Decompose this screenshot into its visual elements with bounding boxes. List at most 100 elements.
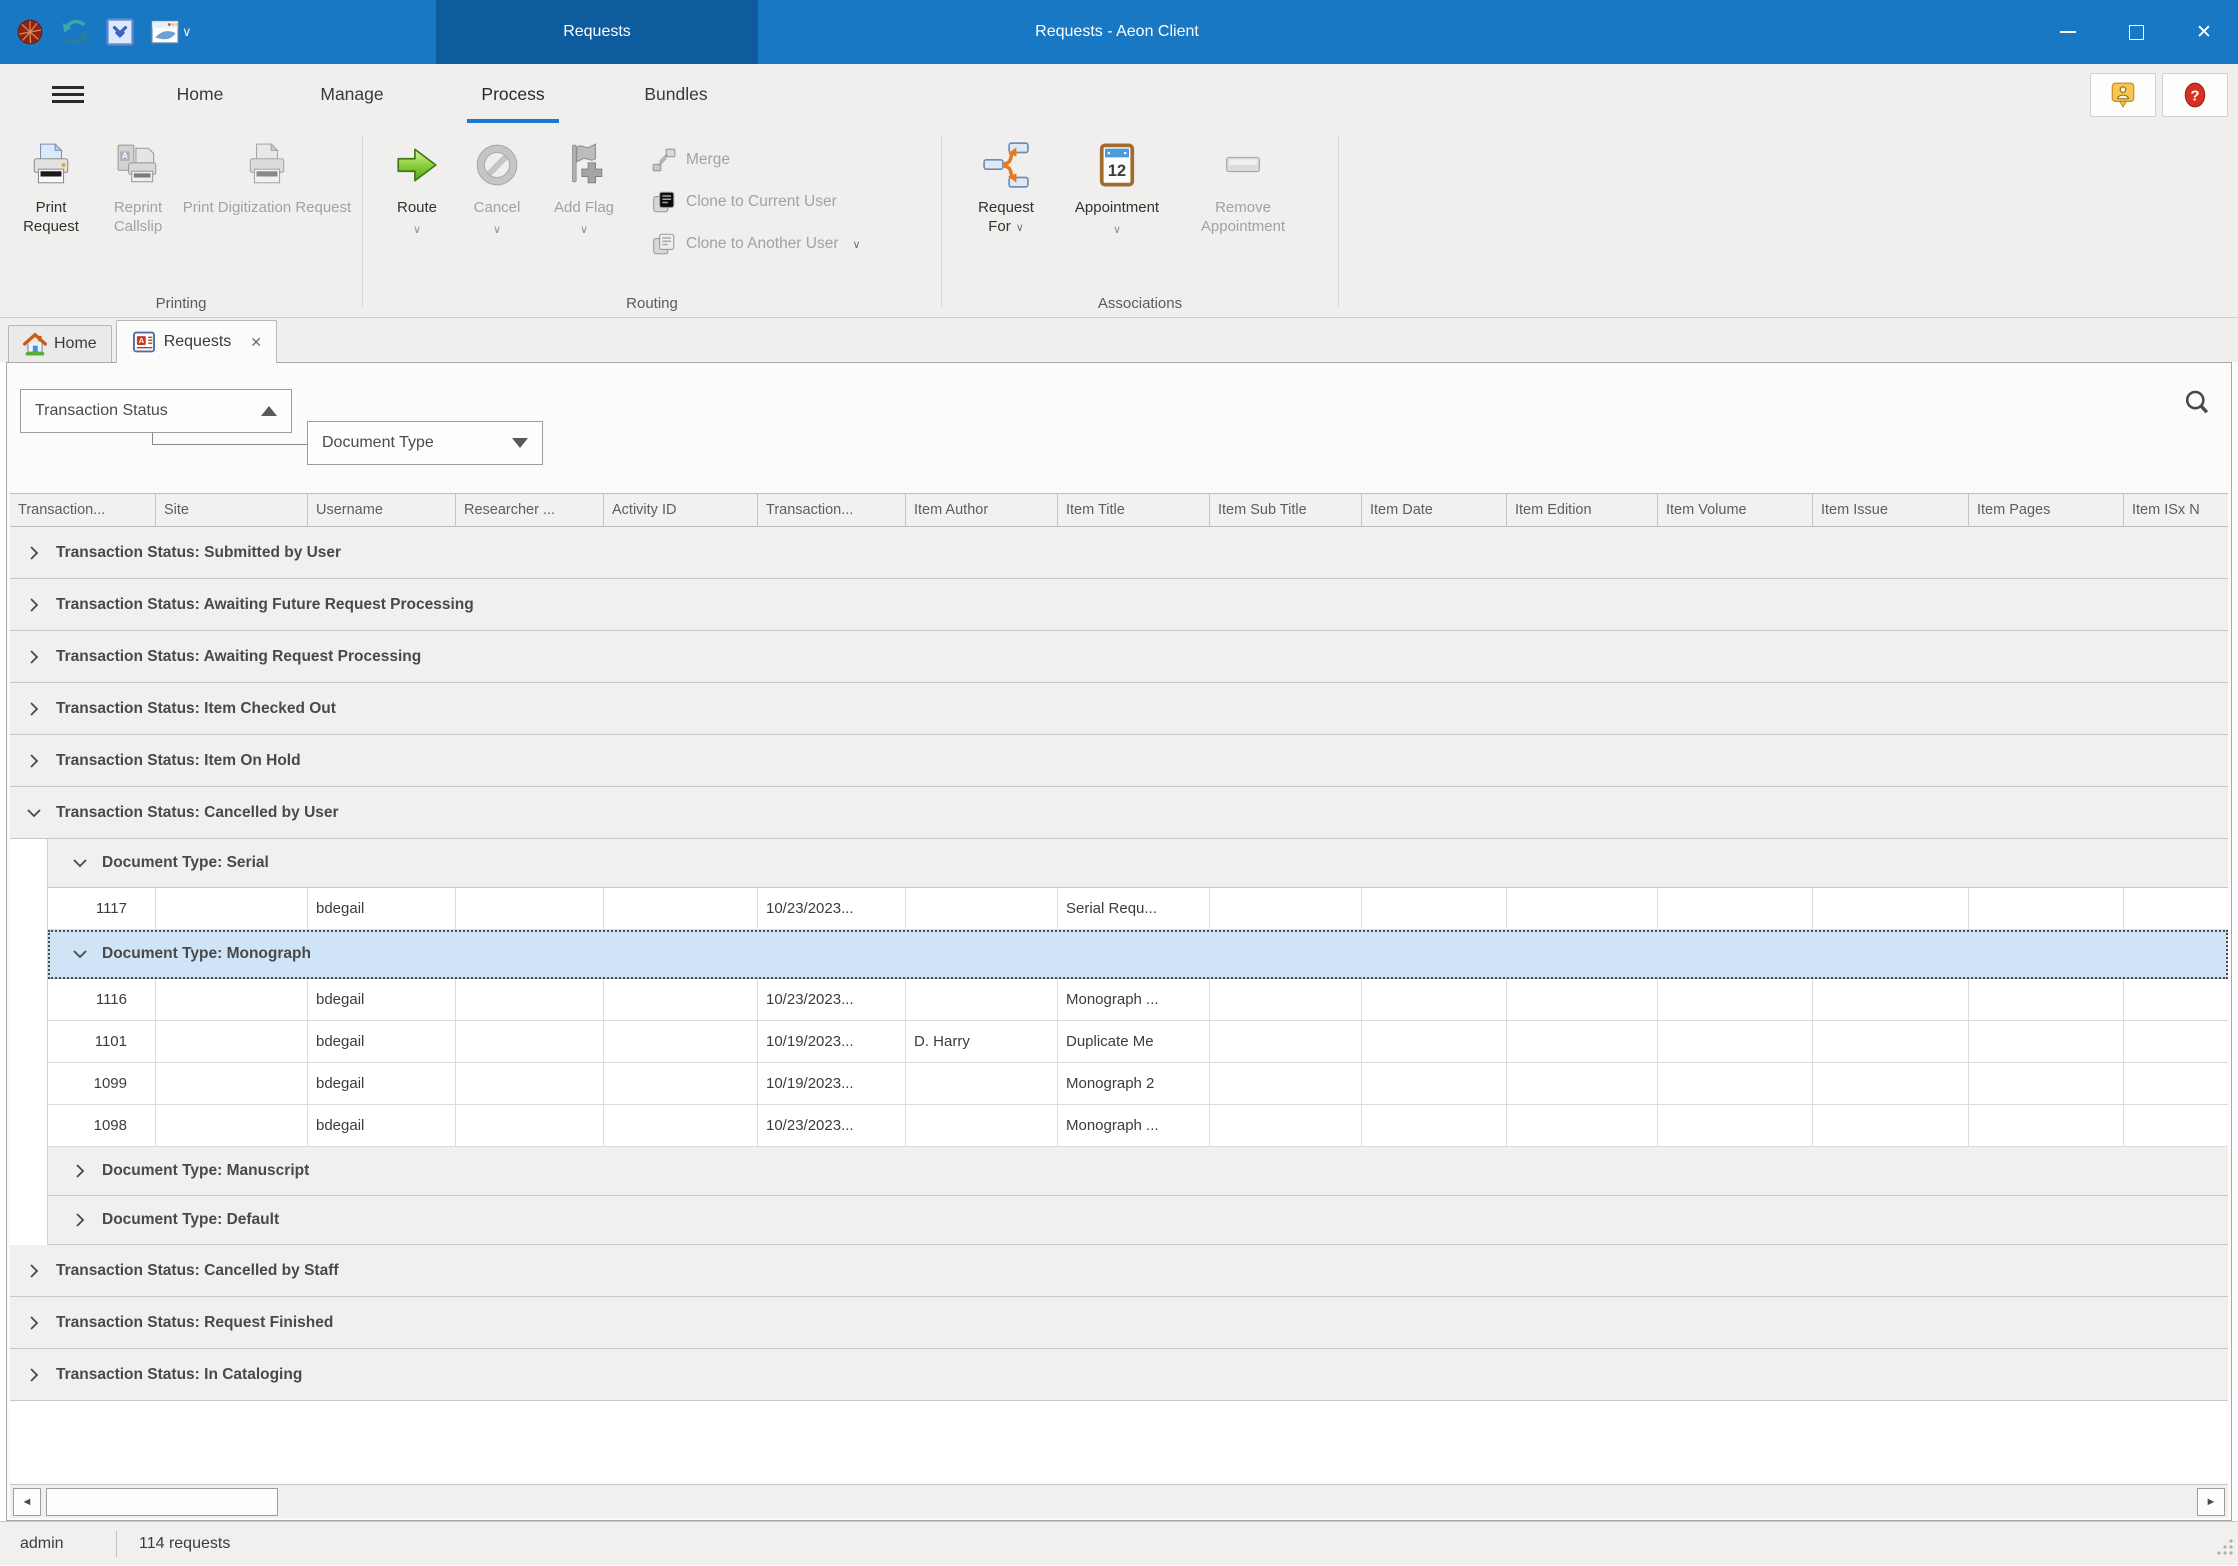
ribbon-tab-bundles[interactable]: Bundles [616, 64, 736, 125]
print-request-button[interactable]: Print Request [8, 131, 94, 236]
column-header-item_author[interactable]: Item Author [906, 494, 1058, 526]
column-header-researcher[interactable]: Researcher ... [456, 494, 604, 526]
horizontal-scrollbar[interactable] [10, 1484, 2228, 1518]
column-header-item_date[interactable]: Item Date [1362, 494, 1507, 526]
group-row-transaction-status[interactable]: Transaction Status: Submitted by User [10, 527, 2228, 579]
chevron-collapsed-icon [72, 1163, 88, 1179]
ribbon-tab-home[interactable]: Home [140, 64, 260, 125]
group-row-transaction-status[interactable]: Transaction Status: Awaiting Request Pro… [10, 631, 2228, 683]
group-row-transaction-status[interactable]: Transaction Status: Cancelled by User [10, 787, 2228, 839]
svg-text:A: A [138, 336, 144, 345]
print-digitization-request-button[interactable]: Print Digitization Request [182, 131, 352, 217]
form-window-button[interactable]: ∨ [150, 18, 192, 46]
requests-grid: Transaction...SiteUsernameResearcher ...… [10, 493, 2228, 1482]
reprint-callslip-button[interactable]: A Reprint Callslip [94, 131, 182, 236]
group-row-document-type[interactable]: Document Type: Serial [48, 839, 2228, 888]
column-header-item_sub_title[interactable]: Item Sub Title [1210, 494, 1362, 526]
cell-item_title: Monograph ... [1058, 1105, 1210, 1147]
column-header-site[interactable]: Site [156, 494, 308, 526]
column-header-transaction_date[interactable]: Transaction... [758, 494, 906, 526]
menu-button[interactable] [52, 86, 84, 107]
cell-item_volume [1658, 1063, 1813, 1105]
form-window-icon [150, 18, 180, 46]
group-indent [10, 839, 48, 888]
remove-appointment-button[interactable]: Remove Appointment [1176, 131, 1310, 236]
check-box-icon [106, 18, 134, 46]
about-button[interactable] [2090, 73, 2156, 117]
table-row[interactable]: 1099bdegail10/19/2023...Monograph 2 [10, 1063, 2228, 1105]
titlebar-app-tab[interactable]: Requests [436, 0, 758, 64]
group-label: Transaction Status: Submitted by User [56, 544, 341, 562]
resize-grip[interactable] [2216, 1538, 2234, 1561]
table-row[interactable]: 1116bdegail10/23/2023...Monograph ... [10, 979, 2228, 1021]
chevron-down-icon [1011, 218, 1024, 235]
cell-item_issue [1813, 888, 1969, 930]
scrollbar-thumb[interactable] [46, 1488, 278, 1516]
clone-to-current-user-label: Clone to Current User [686, 193, 837, 211]
group-row-container: Document Type: Serial [10, 839, 2228, 888]
column-header-transaction_number[interactable]: Transaction... [10, 494, 156, 526]
close-button[interactable]: ✕ [2170, 0, 2238, 64]
requests-doc-icon: A [131, 329, 157, 355]
ribbon-tab-manage[interactable]: Manage [292, 64, 412, 125]
sync-button[interactable] [60, 17, 90, 47]
ribbon-tab-process[interactable]: Process [453, 64, 573, 125]
group-row-transaction-status[interactable]: Transaction Status: Cancelled by Staff [10, 1245, 2228, 1297]
column-header-username[interactable]: Username [308, 494, 456, 526]
cell-item_edition [1507, 1105, 1658, 1147]
group-row-transaction-status[interactable]: Transaction Status: Awaiting Future Requ… [10, 579, 2228, 631]
group-row-transaction-status[interactable]: Transaction Status: Request Finished [10, 1297, 2228, 1349]
clone-to-another-user-button[interactable]: Clone to Another User [651, 223, 861, 265]
column-header-item_title[interactable]: Item Title [1058, 494, 1210, 526]
add-flag-button[interactable]: Add Flag [537, 131, 631, 238]
groupby-chip-document-type[interactable]: Document Type [307, 421, 543, 465]
search-button[interactable] [2179, 385, 2215, 421]
minimize-button[interactable] [2034, 0, 2102, 64]
appointment-button[interactable]: 12 Appointment [1058, 131, 1176, 238]
cell-item_author: D. Harry [906, 1021, 1058, 1063]
table-row[interactable]: 1117bdegail10/23/2023...Serial Requ... [10, 888, 2228, 930]
maximize-button[interactable] [2102, 0, 2170, 64]
cell-item_volume [1658, 888, 1813, 930]
aeon-logo-icon [16, 18, 44, 46]
scroll-left-button[interactable] [13, 1488, 41, 1516]
cell-transaction_date: 10/23/2023... [758, 888, 906, 930]
group-row-document-type[interactable]: Document Type: Default [48, 1196, 2228, 1245]
submit-check-button[interactable] [106, 18, 134, 46]
reprint-callslip-label: Reprint Callslip [94, 198, 182, 236]
ribbon-group-associations: Request For 12 Appointment Remove Appoin… [942, 125, 1338, 317]
merge-button[interactable]: Merge [651, 139, 861, 181]
group-row-document-type[interactable]: Document Type: Manuscript [48, 1147, 2228, 1196]
tab-requests[interactable]: A Requests [116, 320, 277, 363]
ribbon-group-printing: Print Request A Reprint Callslip Print D… [0, 125, 362, 317]
group-row-document-type[interactable]: Document Type: Monograph [48, 930, 2228, 979]
status-separator [116, 1531, 117, 1557]
tab-home[interactable]: Home [8, 325, 112, 362]
cell-item_pages [1969, 979, 2124, 1021]
column-header-item_isxn[interactable]: Item ISx N [2124, 494, 2228, 526]
cell-item_date [1362, 888, 1507, 930]
cell-transaction_number: 1101 [48, 1021, 156, 1063]
column-header-item_issue[interactable]: Item Issue [1813, 494, 1969, 526]
cell-item_issue [1813, 1021, 1969, 1063]
tab-close-icon[interactable] [250, 334, 262, 351]
column-header-activity_id[interactable]: Activity ID [604, 494, 758, 526]
help-button[interactable]: ? [2162, 73, 2228, 117]
groupby-chip-transaction-status[interactable]: Transaction Status [20, 389, 292, 433]
table-row[interactable]: 1101bdegail10/19/2023...D. HarryDuplicat… [10, 1021, 2228, 1063]
request-for-button[interactable]: Request For [954, 131, 1058, 238]
cell-item_author [906, 1105, 1058, 1147]
group-row-transaction-status[interactable]: Transaction Status: Item Checked Out [10, 683, 2228, 735]
scroll-right-button[interactable] [2197, 1488, 2225, 1516]
grid-rows: Transaction Status: Submitted by User Tra… [10, 527, 2228, 1401]
column-header-item_edition[interactable]: Item Edition [1507, 494, 1658, 526]
table-row[interactable]: 1098bdegail10/23/2023...Monograph ... [10, 1105, 2228, 1147]
column-header-item_volume[interactable]: Item Volume [1658, 494, 1813, 526]
clone-to-current-user-button[interactable]: Clone to Current User [651, 181, 861, 223]
route-button[interactable]: Route [377, 131, 457, 238]
cancel-button[interactable]: Cancel [457, 131, 537, 238]
group-row-transaction-status[interactable]: Transaction Status: Item On Hold [10, 735, 2228, 787]
document-tab-bar: Home A Requests [0, 318, 2238, 362]
group-row-transaction-status[interactable]: Transaction Status: In Cataloging [10, 1349, 2228, 1401]
column-header-item_pages[interactable]: Item Pages [1969, 494, 2124, 526]
